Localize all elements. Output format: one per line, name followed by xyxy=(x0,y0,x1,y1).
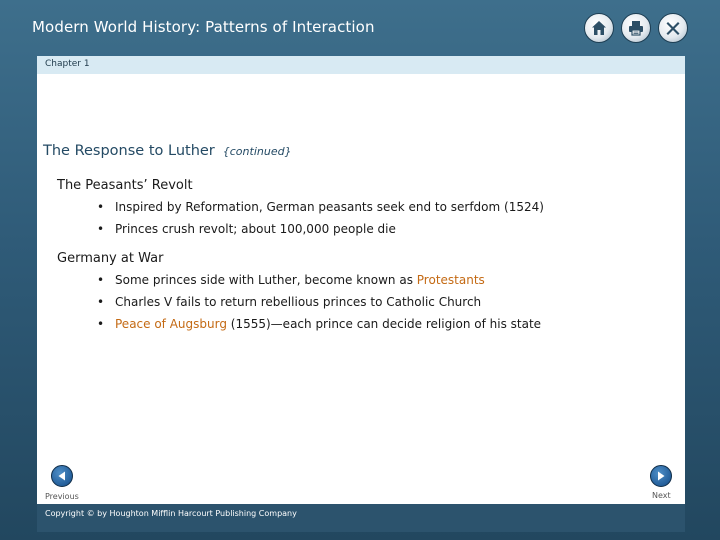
bullet-text: Some princes side with Luther, become kn… xyxy=(115,273,417,287)
bullet-text: Inspired by Reformation, German peasants… xyxy=(115,200,544,214)
bullet-icon: • xyxy=(97,222,105,236)
toolbar xyxy=(584,13,688,43)
list-item: • Peace of Augsburg (1555)—each prince c… xyxy=(57,317,541,332)
print-icon xyxy=(629,21,643,36)
list-item: • Inspired by Reformation, German peasan… xyxy=(57,200,544,215)
section-germany-at-war: Germany at War • Some princes side with … xyxy=(57,251,541,339)
chapter-label: Chapter 1 xyxy=(45,59,90,69)
bullet-icon: • xyxy=(97,295,105,309)
section-title: The Peasants’ Revolt xyxy=(57,178,193,193)
list-item: • Charles V fails to return rebellious p… xyxy=(57,295,541,310)
bullet-list: • Inspired by Reformation, German peasan… xyxy=(57,200,544,237)
bullet-list: • Some princes side with Luther, become … xyxy=(57,273,541,332)
next-label[interactable]: Next xyxy=(652,491,671,500)
close-button[interactable] xyxy=(658,13,688,43)
bullet-icon: • xyxy=(97,200,105,214)
previous-label[interactable]: Previous xyxy=(45,492,79,501)
slide-heading: The Response to Luther {continued} xyxy=(43,140,292,159)
copyright-text: Copyright © by Houghton Mifflin Harcourt… xyxy=(45,509,297,518)
top-bar: Modern World History: Patterns of Intera… xyxy=(0,0,720,54)
bullet-text: (1555)—each prince can decide religion o… xyxy=(226,317,542,331)
footer-bar: Copyright © by Houghton Mifflin Harcourt… xyxy=(37,504,685,532)
previous-button[interactable] xyxy=(51,465,73,487)
close-icon xyxy=(666,22,680,35)
next-button[interactable] xyxy=(650,465,672,487)
slide-subtitle: {continued} xyxy=(222,145,292,158)
print-button[interactable] xyxy=(621,13,651,43)
chapter-bar: Chapter 1 xyxy=(37,56,685,74)
bullet-icon: • xyxy=(97,317,105,331)
slide-title: The Response to Luther xyxy=(43,143,215,159)
list-item: • Some princes side with Luther, become … xyxy=(57,273,541,288)
bullet-text: Princes crush revolt; about 100,000 peop… xyxy=(115,222,396,236)
arrow-right-icon xyxy=(658,471,665,481)
term-peace-of-augsburg: Peace of Augsburg xyxy=(115,317,227,331)
home-button[interactable] xyxy=(584,13,614,43)
bullet-text: Charles V fails to return rebellious pri… xyxy=(115,295,482,309)
arrow-left-icon xyxy=(58,471,65,481)
list-item: • Princes crush revolt; about 100,000 pe… xyxy=(57,222,544,237)
home-icon xyxy=(592,21,606,35)
bullet-icon: • xyxy=(97,273,105,287)
term-protestants: Protestants xyxy=(416,273,485,287)
section-peasants-revolt: The Peasants’ Revolt • Inspired by Refor… xyxy=(57,178,544,244)
section-title: Germany at War xyxy=(57,251,164,266)
app-title: Modern World History: Patterns of Intera… xyxy=(32,18,375,36)
slide-content: The Response to Luther {continued} The Pe… xyxy=(37,74,685,504)
